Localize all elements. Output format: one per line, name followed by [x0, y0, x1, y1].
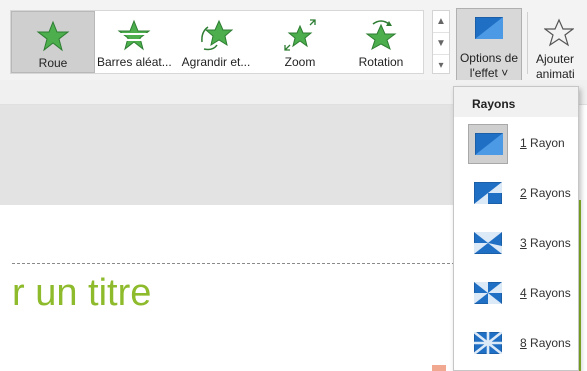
gallery-item-rotation[interactable]: Rotation: [341, 11, 421, 73]
effect-options-dropdown: Rayons 1 Rayon 2 Rayons 3 Rayons 4 Rayon…: [453, 86, 579, 371]
workspace-background: [0, 105, 460, 205]
spokes-icon-frame: [468, 324, 508, 364]
star-zoom-icon: [284, 19, 316, 51]
add-star-icon: [544, 18, 574, 47]
spokes-icon-frame: [468, 224, 508, 264]
gallery-item-label: Rotation: [358, 55, 404, 69]
gallery-item-label: Zoom: [284, 55, 316, 69]
gallery-item-barres-aleatoires[interactable]: Barres aléat...: [97, 11, 172, 73]
gallery-item-zoom[interactable]: Zoom: [263, 11, 337, 73]
dropdown-header: Rayons: [454, 87, 578, 117]
gallery-item-label: Roue: [38, 56, 68, 70]
star-rotation-icon: [365, 20, 397, 51]
gallery-scroll-down-icon[interactable]: ▼: [433, 33, 449, 55]
gallery-item-label: Agrandir et...: [181, 55, 251, 69]
star-grow-turn-icon: [201, 19, 233, 51]
effect-options-label: Options de l'effet ˅: [459, 51, 519, 80]
gallery-more-icon[interactable]: ▾: [433, 55, 449, 76]
star-wheel-icon: [36, 20, 70, 52]
spokes-option-label: 1 Rayon: [520, 136, 565, 150]
gallery-scroll-up-icon[interactable]: ▲: [433, 11, 449, 33]
spokes-icon-frame: [468, 124, 508, 164]
spokes-option-label: 3 Rayons: [520, 236, 571, 250]
slide-title-placeholder[interactable]: r un titre: [12, 272, 151, 315]
effect-options-button[interactable]: Options de l'effet ˅: [456, 8, 522, 84]
star-random-bars-icon: [117, 19, 151, 51]
spokes-option-2[interactable]: 2 Rayons: [454, 171, 578, 217]
two-spokes-icon: [474, 182, 502, 204]
one-spoke-icon: [475, 133, 503, 155]
dropdown-header-label: Rayons: [472, 97, 516, 111]
spokes-icon-frame: [468, 174, 508, 214]
ribbon: Roue Barres aléat... Agrandir et... Zoom…: [0, 0, 587, 84]
animation-gallery: Roue Barres aléat... Agrandir et... Zoom…: [10, 10, 424, 74]
add-animation-button[interactable]: Ajouter animati: [532, 8, 587, 84]
spokes-option-1[interactable]: 1 Rayon: [454, 121, 578, 167]
spokes-option-label: 8 Rayons: [520, 336, 571, 350]
ribbon-separator: [527, 12, 528, 74]
spokes-option-label: 4 Rayons: [520, 286, 571, 300]
spokes-option-label: 2 Rayons: [520, 186, 571, 200]
gallery-item-roue[interactable]: Roue: [11, 11, 95, 73]
wheel-spokes-icon: [475, 17, 503, 39]
animation-order-tag: [432, 365, 446, 371]
eight-spokes-icon: [474, 332, 502, 354]
placeholder-border: [12, 263, 460, 264]
spokes-option-4[interactable]: 4 Rayons: [454, 271, 578, 317]
add-animation-label: Ajouter animati: [536, 52, 575, 81]
gallery-scroll: ▲ ▼ ▾: [432, 10, 450, 74]
spokes-icon-frame: [468, 274, 508, 314]
gallery-item-agrandir-et-tourner[interactable]: Agrandir et...: [173, 11, 259, 73]
gallery-item-label: Barres aléat...: [97, 55, 172, 69]
spokes-option-3[interactable]: 3 Rayons: [454, 221, 578, 267]
four-spokes-icon: [474, 282, 502, 304]
spokes-option-8[interactable]: 8 Rayons: [454, 321, 578, 367]
three-spokes-icon: [474, 232, 502, 254]
